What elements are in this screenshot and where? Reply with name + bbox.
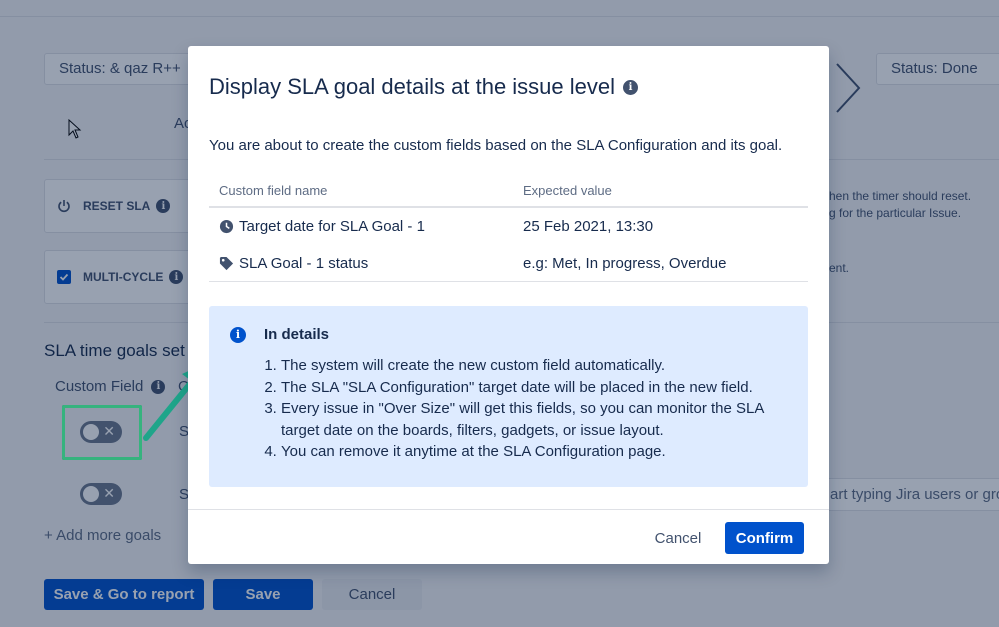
- table-row: SLA Goal - 1 status e.g: Met, In progres…: [209, 245, 808, 282]
- dialog-title-text: Display SLA goal details at the issue le…: [209, 74, 616, 99]
- field-value: e.g: Met, In progress, Overdue: [523, 254, 727, 272]
- tag-icon: [219, 256, 234, 270]
- field-name: SLA Goal - 1 status: [239, 254, 369, 272]
- list-item: The SLA "SLA Configuration" target date …: [281, 377, 788, 399]
- details-heading: i In details: [229, 326, 788, 343]
- confirm-button[interactable]: Confirm: [725, 522, 804, 554]
- dialog-footer-divider: [188, 509, 829, 510]
- custom-fields-table: Custom field name Expected value Target …: [209, 174, 808, 282]
- list-item: You can remove it anytime at the SLA Con…: [281, 441, 788, 463]
- field-value: 25 Feb 2021, 13:30: [523, 218, 654, 235]
- dialog-intro-text: You are about to create the custom field…: [209, 137, 783, 154]
- column-header-custom-field-name: Custom field name: [219, 182, 328, 198]
- toggle-highlight-box-front: [62, 405, 142, 460]
- details-heading-text: In details: [264, 326, 330, 343]
- list-item: The system will create the new custom fi…: [281, 355, 788, 377]
- clock-icon: [219, 219, 234, 234]
- field-name: Target date for SLA Goal - 1: [239, 218, 425, 235]
- sla-goal-details-dialog: Display SLA goal details at the issue le…: [188, 46, 829, 564]
- in-details-info-panel: i In details The system will create the …: [209, 306, 808, 487]
- table-header: Custom field name Expected value: [209, 174, 808, 208]
- column-header-expected-value: Expected value: [523, 182, 612, 198]
- dialog-cancel-button[interactable]: Cancel: [644, 522, 712, 554]
- details-list: The system will create the new custom fi…: [263, 355, 788, 463]
- info-icon[interactable]: i: [623, 79, 639, 95]
- info-icon: i: [230, 326, 246, 343]
- dialog-title: Display SLA goal details at the issue le…: [209, 74, 639, 100]
- list-item: Every issue in "Over Size" will get this…: [281, 398, 788, 441]
- table-row: Target date for SLA Goal - 1 25 Feb 2021…: [209, 208, 808, 245]
